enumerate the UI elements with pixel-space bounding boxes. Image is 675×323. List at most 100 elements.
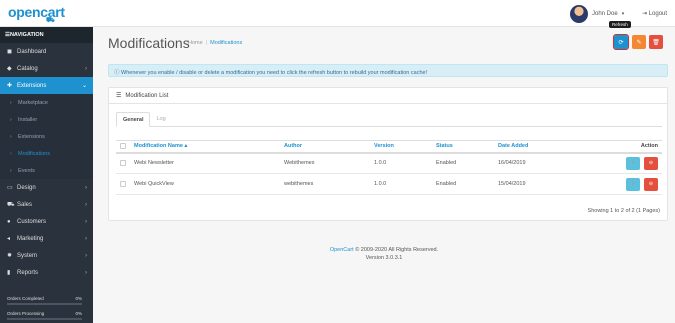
sidebar-item-dashboard[interactable]: ◼ Dashboard [0, 43, 93, 60]
chevron-right-icon: › [85, 65, 87, 72]
panel-heading: ☰ Modification List [109, 88, 667, 104]
sidebar-item-customers[interactable]: ● Customers › [0, 213, 93, 230]
sidebar-subitem-installer[interactable]: › Installer [0, 111, 93, 128]
link-icon: 🔗 [629, 181, 637, 187]
sidebar-subitem-events[interactable]: › Events [0, 162, 93, 179]
cell-status: Enabled [432, 152, 494, 174]
footer-brand-link[interactable]: OpenCart [330, 247, 354, 253]
refresh-icon: ⟳ [618, 39, 624, 46]
cog-icon: ✹ [7, 253, 13, 259]
logout-link[interactable]: ⇥ Logout [642, 10, 667, 17]
cell-author: webithemes [280, 173, 370, 195]
modification-list-panel: ☰ Modification List General Log Modificat… [108, 87, 668, 221]
table-row: Webi Newsletter Webithemes 1.0.0 Enabled… [116, 152, 662, 174]
sidebar-item-system[interactable]: ✹ System › [0, 247, 93, 264]
dashboard-icon: ◼ [7, 49, 12, 55]
disable-button[interactable]: ⊖ [644, 156, 658, 170]
info-alert: ⓘ Whenever you enable / disable or delet… [108, 64, 668, 77]
opencart-logo[interactable]: opencart ⛟ [8, 4, 65, 24]
user-name[interactable]: John Doe [592, 11, 618, 17]
cell-name: Webi QuickView [130, 173, 280, 195]
stat-orders-processing: Orders Processing 0% [7, 311, 82, 320]
breadcrumb-modifications[interactable]: Modifications [210, 40, 242, 46]
delete-button[interactable]: 🗑 [649, 35, 663, 49]
refresh-tooltip: Refresh [609, 21, 631, 28]
tab-bar: General Log [116, 112, 662, 127]
chevron-right-icon: › [85, 252, 87, 259]
minus-circle-icon: ⊖ [648, 160, 654, 167]
table-row: Webi QuickView webithemes 1.0.0 Enabled … [116, 173, 662, 195]
user-icon: ● [7, 218, 11, 225]
trash-icon: 🗑 [652, 39, 660, 46]
select-all-checkbox[interactable] [120, 143, 126, 150]
cell-version: 1.0.0 [370, 173, 432, 195]
disable-button[interactable]: ⊖ [644, 177, 658, 191]
sidebar-item-extensions[interactable]: ✚ Extensions ⌄ [0, 77, 93, 94]
sidebar-item-marketing[interactable]: ◂ Marketing › [0, 230, 93, 247]
page-title: Modifications [108, 35, 190, 51]
eraser-icon: ✎ [636, 39, 642, 46]
tag-icon: ◆ [7, 66, 12, 72]
progress-bar [7, 303, 82, 305]
logout-icon: ⇥ [642, 11, 648, 17]
cart-logo-icon: ⛟ [46, 17, 55, 24]
share-icon: ◂ [7, 236, 11, 242]
modification-table: Modification Name ▴ Author Version Statu… [116, 140, 662, 195]
footer-version: Version 3.0.3.1 [365, 255, 403, 261]
col-modification-name[interactable]: Modification Name ▴ [130, 140, 280, 154]
breadcrumb-home[interactable]: Home [188, 40, 203, 46]
chevron-right-icon: › [85, 184, 87, 191]
minus-circle-icon: ⊖ [648, 181, 654, 187]
main-content: Modifications Home | Modifications Refresh… [93, 21, 675, 323]
row-checkbox[interactable] [120, 181, 126, 187]
col-status[interactable]: Status [432, 140, 494, 154]
sidebar-item-catalog[interactable]: ◆ Catalog › [0, 60, 93, 77]
cell-date: 15/04/2019 [494, 173, 574, 195]
sidebar-item-sales[interactable]: ⛟ Sales › [0, 196, 93, 213]
chevron-down-icon: ⌄ [81, 83, 87, 89]
col-action: Action [574, 140, 662, 154]
sidebar-item-design[interactable]: ▭ Design › [0, 179, 93, 196]
refresh-button[interactable]: ⟳ [613, 34, 629, 50]
col-date-added[interactable]: Date Added [494, 140, 574, 154]
sort-asc-icon: ▴ [184, 143, 188, 150]
cell-author: Webithemes [280, 152, 370, 174]
chevron-right-icon: › [85, 201, 87, 208]
cell-date: 16/04/2019 [494, 152, 574, 174]
logout-label: Logout [648, 11, 668, 17]
tab-log[interactable]: Log [150, 112, 171, 127]
sidebar-subitem-marketplace[interactable]: › Marketplace [0, 94, 93, 111]
chevron-right-icon: › [85, 269, 87, 276]
link-button[interactable]: 🔗 [626, 156, 640, 170]
monitor-icon: ▭ [7, 185, 13, 191]
chevron-right-icon: › [10, 116, 12, 123]
clear-button[interactable]: ✎ [632, 35, 646, 49]
sidebar-subitem-extensions[interactable]: › Extensions [0, 128, 93, 145]
chevron-right-icon: › [10, 150, 12, 157]
link-button[interactable]: 🔗 [626, 177, 640, 191]
col-author[interactable]: Author [280, 140, 370, 154]
pagination-text: Showing 1 to 2 of 2 (1 Pages) [587, 208, 660, 214]
row-checkbox[interactable] [120, 160, 126, 167]
sidebar-item-reports[interactable]: ▮ Reports › [0, 264, 93, 281]
cell-version: 1.0.0 [370, 152, 432, 174]
bar-chart-icon: ▮ [7, 270, 11, 276]
chevron-right-icon: › [10, 133, 12, 140]
chevron-right-icon: › [10, 99, 12, 106]
caret-down-icon[interactable]: ▾ [622, 11, 625, 17]
top-header: opencart ⛟ John Doe ▾ ⇥ Logout [0, 0, 675, 27]
nav-title: ☰NAVIGATION [0, 27, 93, 43]
list-icon: ☰ [116, 93, 122, 99]
puzzle-icon: ✚ [7, 83, 13, 89]
avatar[interactable] [570, 5, 588, 23]
sidebar-subitem-modifications[interactable]: › Modifications [0, 145, 93, 162]
tab-general[interactable]: General [116, 112, 151, 127]
info-icon: ⓘ [114, 70, 120, 76]
breadcrumb: Home | Modifications [188, 40, 242, 46]
table-header-row: Modification Name ▴ Author Version Statu… [116, 140, 662, 154]
stat-orders-completed: Orders Completed 0% [7, 296, 82, 305]
link-icon: 🔗 [629, 160, 637, 167]
chevron-right-icon: › [85, 235, 87, 242]
col-version[interactable]: Version [370, 140, 432, 154]
cell-status: Enabled [432, 173, 494, 195]
